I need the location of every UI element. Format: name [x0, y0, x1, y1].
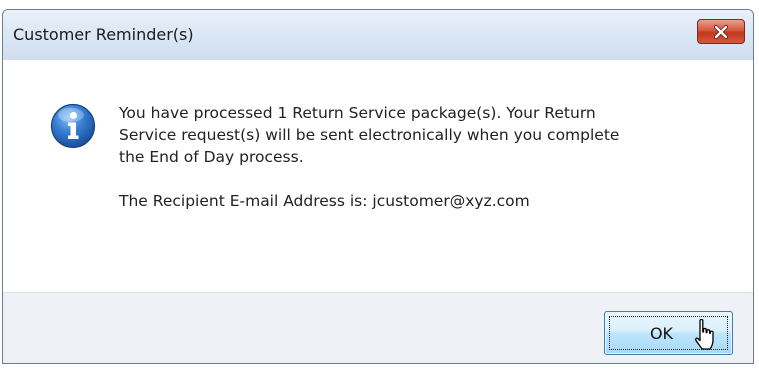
- recipient-email-text: The Recipient E-mail Address is: jcustom…: [119, 192, 530, 210]
- message-line-2: Service request(s) will be sent electron…: [119, 126, 620, 144]
- close-button[interactable]: [697, 19, 745, 44]
- info-icon: [50, 103, 96, 149]
- dialog-title: Customer Reminder(s): [13, 25, 194, 44]
- close-icon: [714, 24, 728, 39]
- customer-reminder-dialog: Customer Reminder(s) You have processed …: [2, 9, 754, 364]
- hand-pointer-icon: [695, 318, 714, 350]
- dialog-footer: OK: [3, 292, 753, 363]
- message-line-3: the End of Day process.: [119, 148, 304, 166]
- message-line-1: You have processed 1 Return Service pack…: [119, 104, 596, 122]
- title-bar[interactable]: Customer Reminder(s): [3, 10, 753, 61]
- dialog-content: You have processed 1 Return Service pack…: [3, 60, 753, 292]
- reminder-message: You have processed 1 Return Service pack…: [119, 102, 719, 212]
